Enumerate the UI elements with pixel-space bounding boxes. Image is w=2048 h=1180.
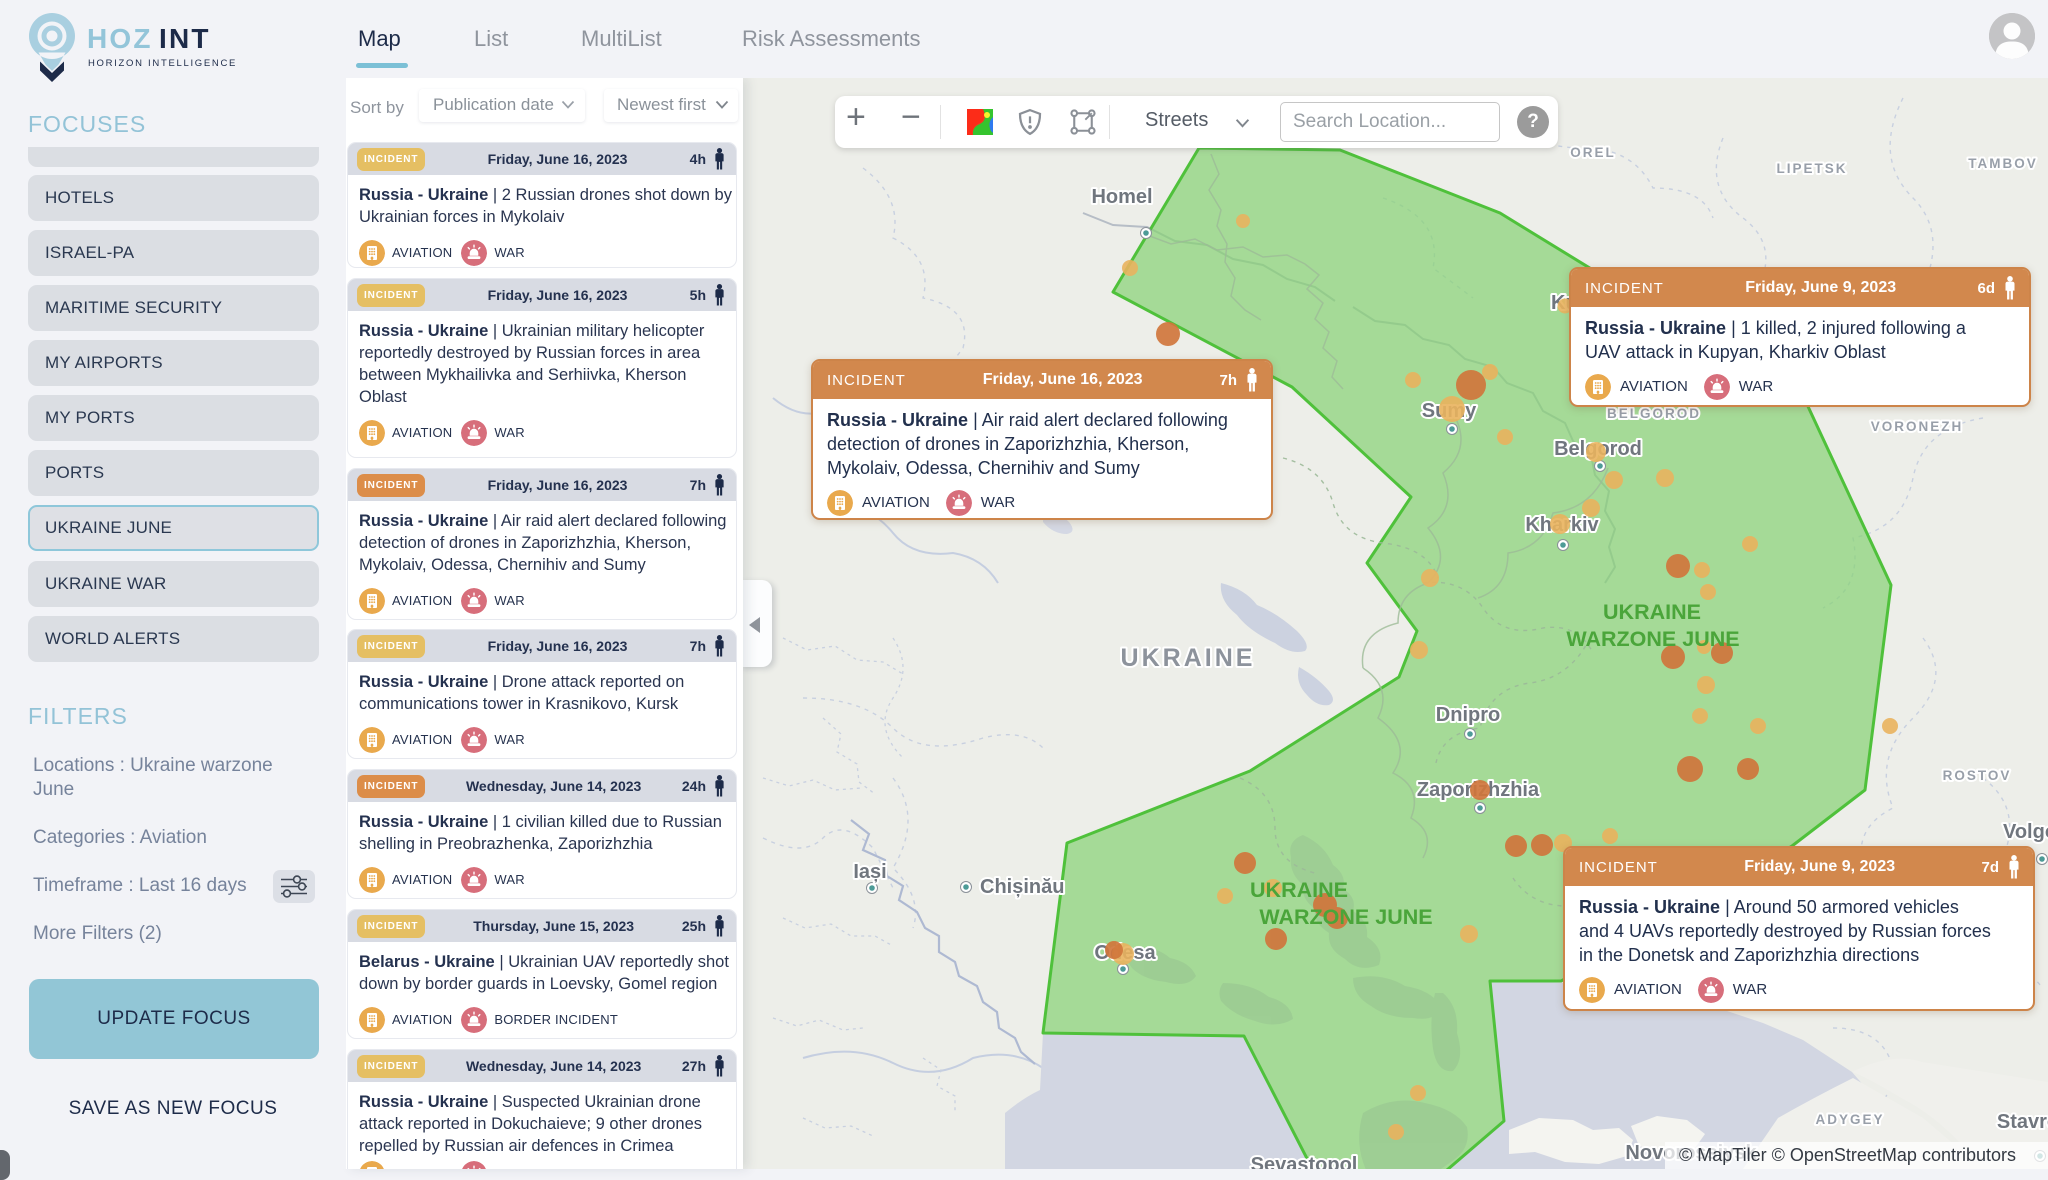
svg-text:HORIZON INTELLIGENCE: HORIZON INTELLIGENCE bbox=[88, 58, 237, 69]
svg-text:Dnipro: Dnipro bbox=[1436, 704, 1500, 726]
svg-text:WARZONE JUNE: WARZONE JUNE bbox=[1566, 627, 1739, 651]
svg-text:Stavro: Stavro bbox=[1997, 1111, 2048, 1133]
svg-text:TAMBOV: TAMBOV bbox=[1968, 156, 2038, 171]
svg-text:Sevastopol: Sevastopol bbox=[1251, 1154, 1358, 1169]
svg-text:ADYGEY: ADYGEY bbox=[1815, 1112, 1884, 1127]
svg-text:ROSTOV: ROSTOV bbox=[1943, 768, 2012, 783]
svg-text:INT: INT bbox=[159, 23, 211, 54]
svg-text:WARZONE JUNE: WARZONE JUNE bbox=[1259, 905, 1432, 929]
svg-text:Volgo: Volgo bbox=[2003, 821, 2048, 843]
svg-text:UKRAINE: UKRAINE bbox=[1603, 600, 1701, 624]
svg-text:LIPETSK: LIPETSK bbox=[1776, 161, 1847, 176]
svg-text:OREL: OREL bbox=[1570, 145, 1616, 160]
svg-text:BELGOROD: BELGOROD bbox=[1607, 406, 1701, 421]
svg-text:VORONEZH: VORONEZH bbox=[1871, 419, 1964, 434]
svg-text:UKRAINE: UKRAINE bbox=[1250, 878, 1348, 902]
svg-text:HOZ: HOZ bbox=[87, 23, 153, 54]
svg-text:Iași: Iași bbox=[853, 861, 886, 883]
svg-text:Chișinău: Chișinău bbox=[980, 876, 1064, 898]
svg-text:UKRAINE: UKRAINE bbox=[1121, 644, 1256, 672]
svg-text:Homel: Homel bbox=[1091, 186, 1152, 208]
